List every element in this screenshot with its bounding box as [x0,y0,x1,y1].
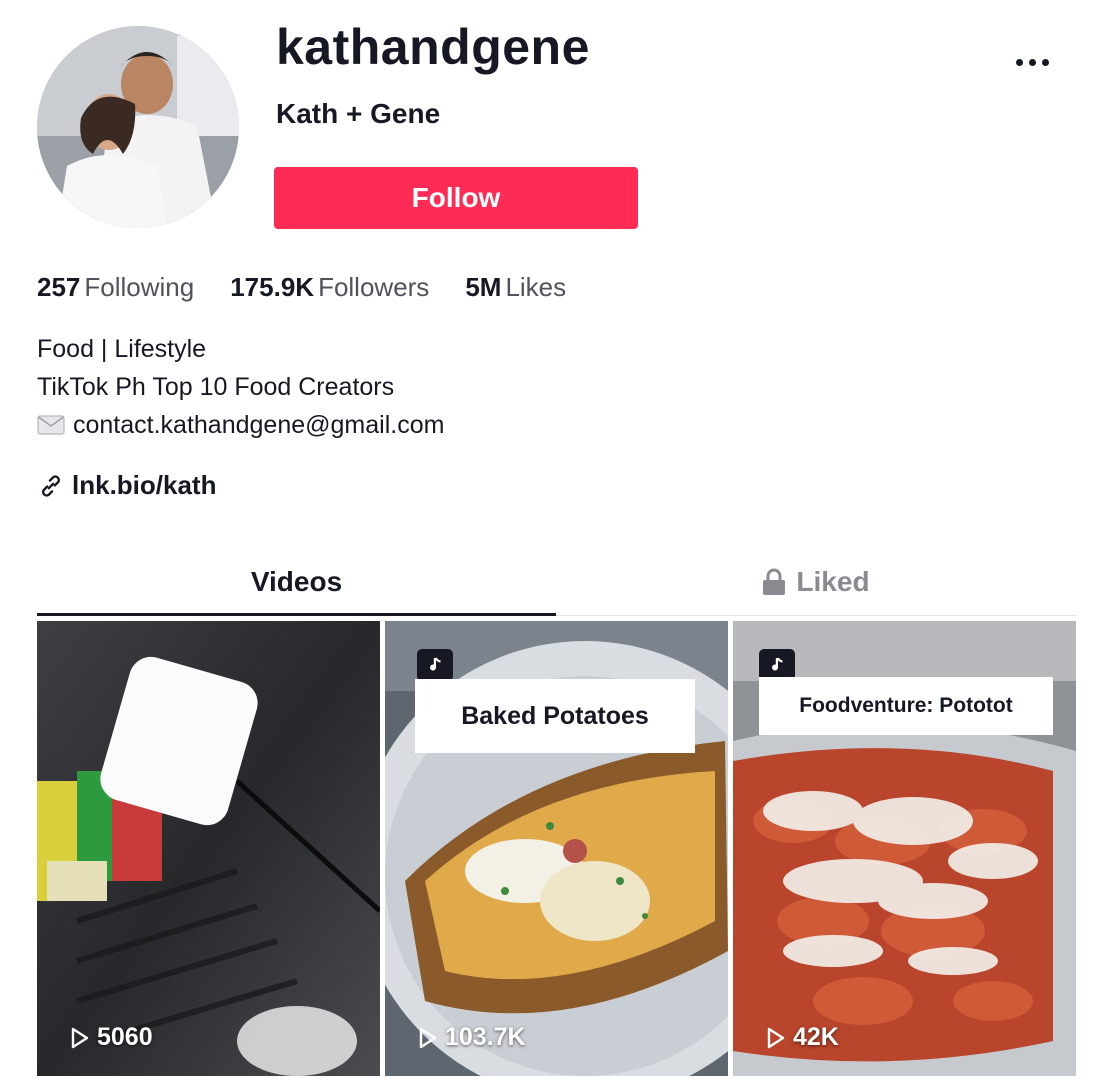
view-count-text: 5060 [97,1023,153,1051]
bio-line-email: contact.kathandgene@gmail.com [37,406,444,444]
bio-link[interactable]: lnk.bio/kath [38,470,216,501]
more-dot [1041,58,1049,66]
video-tile[interactable]: Foodventure: Pototot 42K [733,621,1076,1076]
note-glyph [430,657,441,671]
note-glyph [772,657,783,671]
view-count-text: 103.7K [445,1023,526,1051]
video-caption: Foodventure: Pototot [759,677,1053,735]
follow-button[interactable]: Follow [274,167,638,229]
more-dot [1028,58,1036,66]
play-icon [419,1027,437,1048]
play-icon [767,1027,785,1048]
link-icon [42,474,60,497]
avatar[interactable] [37,26,239,228]
stat-following-label: Following [84,272,195,302]
play-icon [71,1027,89,1048]
tiktok-note-icon [417,649,453,681]
tab-active-indicator [37,613,556,616]
more-options-icon[interactable] [1010,44,1054,80]
view-count: 103.7K [415,1023,526,1052]
tab-videos[interactable]: Videos [37,560,556,604]
profile-stats: 257 Following 175.9K Followers 5M Likes [37,272,566,303]
more-dot [1015,58,1023,66]
stat-likes: 5M Likes [465,272,566,303]
bio: Food | Lifestyle TikTok Ph Top 10 Food C… [37,330,444,444]
stat-followers-label: Followers [318,272,430,302]
bio-link-text: lnk.bio/kath [72,470,217,500]
view-count: 42K [763,1023,839,1052]
video-thumbnail [37,621,380,1076]
avatar-photo [37,26,239,228]
tab-liked[interactable]: Liked [556,560,1076,604]
stat-followers-value: 175.9K [230,272,315,302]
stat-followers[interactable]: 175.9K Followers [230,272,429,303]
stat-likes-label: Likes [505,272,567,302]
video-grid: 5060 Baked Potatoes 103.7K Foodventure: … [37,621,1076,1076]
bio-email-text: contact.kathandgene@gmail.com [73,411,445,439]
video-tile[interactable]: Baked Potatoes 103.7K [385,621,728,1076]
lock-icon [763,568,786,595]
bio-line: Food | Lifestyle [37,335,207,363]
tab-liked-label: Liked [796,566,870,597]
stat-following[interactable]: 257 Following [37,272,194,303]
envelope-icon [37,415,65,435]
tab-videos-label: Videos [250,566,343,597]
view-count-text: 42K [793,1023,839,1051]
stat-likes-value: 5M [465,272,502,302]
view-count: 5060 [67,1023,153,1052]
stat-following-value: 257 [37,272,81,302]
bio-line: TikTok Ph Top 10 Food Creators [37,373,395,401]
username: kathandgene [276,19,590,75]
video-tile[interactable]: 5060 [37,621,380,1076]
video-caption: Baked Potatoes [415,679,695,753]
nickname: Kath + Gene [276,98,441,129]
